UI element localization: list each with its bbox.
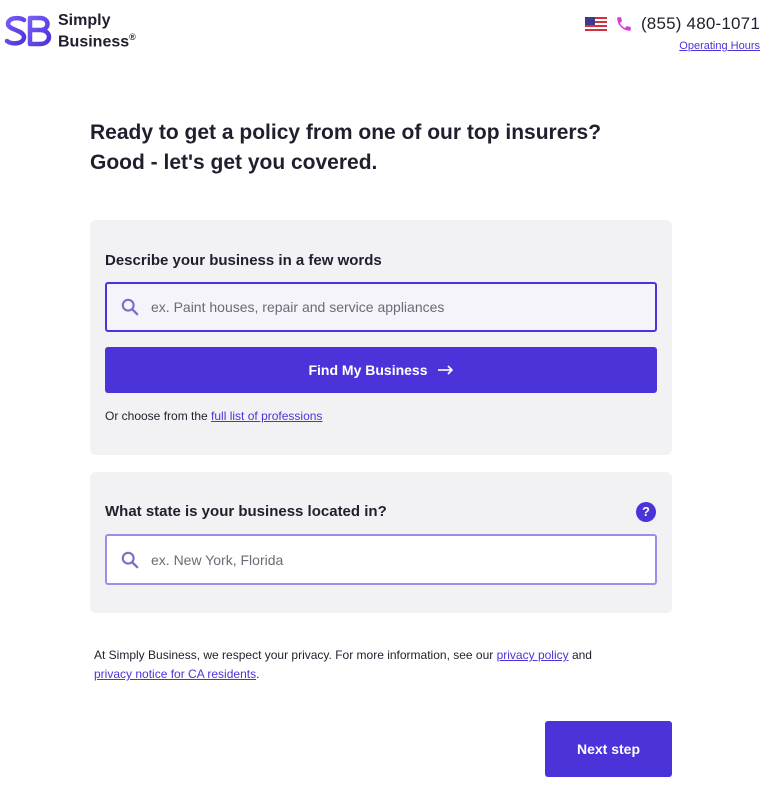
state-search-placeholder: ex. New York, Florida	[151, 551, 284, 568]
phone-row: (855) 480-1071	[584, 14, 760, 34]
sb-logo-mark-icon	[4, 15, 52, 47]
phone-icon[interactable]	[615, 15, 633, 33]
business-state-panel: What state is your business located in? …	[90, 472, 672, 613]
registered-mark: ®	[129, 32, 136, 42]
us-flag-icon[interactable]	[584, 17, 607, 31]
business-search-input[interactable]: ex. Paint houses, repair and service app…	[105, 282, 657, 332]
privacy-policy-link[interactable]: privacy policy	[497, 648, 569, 662]
choose-profession-row: Or choose from the full list of professi…	[105, 409, 322, 423]
contact-info: (855) 480-1071 Operating Hours	[584, 14, 760, 54]
search-icon	[121, 551, 139, 568]
business-description-panel: Describe your business in a few words ex…	[90, 220, 672, 455]
next-step-button[interactable]: Next step	[545, 721, 672, 777]
find-my-business-label: Find My Business	[308, 362, 428, 378]
choose-prefix-text: Or choose from the	[105, 409, 212, 423]
search-icon	[121, 298, 139, 316]
logo-line2: Business®	[58, 29, 136, 50]
next-step-label: Next step	[576, 741, 641, 757]
headline-line2: Good - let's get you covered.	[90, 151, 378, 174]
privacy-prefix-text: At Simply Business, we respect your priv…	[94, 648, 497, 662]
page-headline: Ready to get a policy from one of our to…	[90, 118, 690, 178]
help-icon[interactable]: ?	[636, 502, 656, 522]
simply-business-logo[interactable]: Simply Business®	[4, 12, 136, 50]
phone-number[interactable]: (855) 480-1071	[641, 14, 760, 34]
privacy-middle-text: and	[568, 648, 592, 662]
logo-line1: Simply	[58, 12, 111, 29]
header: Simply Business® (855) 480-1071 Operatin…	[0, 0, 768, 70]
business-description-label: Describe your business in a few words	[105, 252, 382, 269]
full-list-of-professions-link[interactable]: full list of professions	[211, 409, 322, 423]
logo-line2-text: Business	[58, 33, 130, 51]
business-search-placeholder: ex. Paint houses, repair and service app…	[151, 299, 445, 315]
privacy-notice: At Simply Business, we respect your priv…	[94, 646, 674, 684]
privacy-notice-ca-link[interactable]: privacy notice for CA residents	[94, 667, 256, 681]
privacy-suffix-text: .	[256, 667, 260, 681]
state-search-input[interactable]: ex. New York, Florida	[105, 534, 657, 585]
find-my-business-button[interactable]: Find My Business	[105, 347, 657, 393]
operating-hours-link[interactable]: Operating Hours	[679, 40, 760, 52]
business-state-label: What state is your business located in?	[105, 503, 387, 520]
arrow-right-icon	[437, 365, 453, 375]
headline-line1: Ready to get a policy from one of our to…	[90, 121, 602, 144]
logo-wordmark: Simply Business®	[58, 12, 136, 50]
